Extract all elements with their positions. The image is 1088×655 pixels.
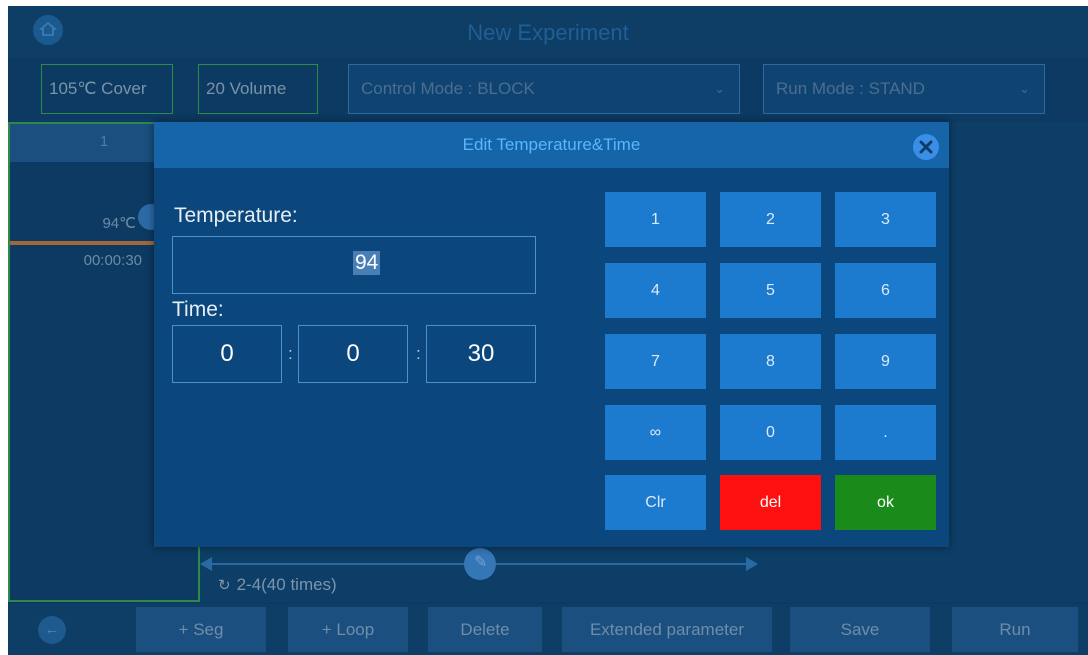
cover-temperature-option[interactable]: 105℃ Cover <box>41 64 173 114</box>
chevron-down-icon: ⌄ <box>1019 81 1030 96</box>
run-mode-value: Run Mode : STAND <box>776 79 925 98</box>
temperature-label: Temperature: <box>174 204 298 227</box>
extended-parameter-button[interactable]: Extended parameter <box>562 607 772 652</box>
add-segment-button[interactable]: + Seg <box>136 607 266 652</box>
segment-temperature-line <box>10 241 160 245</box>
loop-edit-button[interactable]: ✎ <box>464 548 496 580</box>
back-button[interactable]: ← <box>38 616 66 644</box>
hours-input[interactable]: 0 <box>172 325 282 383</box>
keypad-4-button[interactable]: 4 <box>605 263 706 318</box>
delete-button[interactable]: Delete <box>428 607 542 652</box>
keypad-infinity-button[interactable]: ∞ <box>605 405 706 460</box>
keypad-8-button[interactable]: 8 <box>720 334 821 389</box>
top-bar: New Experiment <box>8 6 1088 58</box>
save-button[interactable]: Save <box>790 607 930 652</box>
control-mode-select[interactable]: Control Mode : BLOCK ⌄ <box>348 64 740 114</box>
temperature-input[interactable]: 94 <box>172 236 536 294</box>
volume-option[interactable]: 20 Volume <box>198 64 318 114</box>
keypad-ok-button[interactable]: ok <box>835 475 936 530</box>
back-arrow-icon: ← <box>44 621 60 638</box>
loop-icon: ↻ <box>218 577 231 594</box>
keypad-3-button[interactable]: 3 <box>835 192 936 247</box>
segment-time: 00:00:30 <box>83 252 142 269</box>
bottom-bar: ← + Seg + Loop Delete Extended parameter… <box>8 604 1088 655</box>
run-mode-select[interactable]: Run Mode : STAND ⌄ <box>763 64 1045 114</box>
close-button[interactable] <box>913 134 939 160</box>
loop-end-arrow <box>746 557 758 571</box>
close-icon <box>919 140 933 154</box>
edit-temperature-time-dialog: Edit Temperature&Time Temperature: 94 Ti… <box>154 122 949 547</box>
seconds-input[interactable]: 30 <box>426 325 536 383</box>
keypad-clear-button[interactable]: Clr <box>605 475 706 530</box>
keypad-dot-button[interactable]: . <box>835 405 936 460</box>
keypad-delete-button[interactable]: del <box>720 475 821 530</box>
app-screen: New Experiment 105℃ Cover 20 Volume Cont… <box>8 6 1088 655</box>
keypad-1-button[interactable]: 1 <box>605 192 706 247</box>
time-separator: : <box>288 344 293 363</box>
time-separator: : <box>416 344 421 363</box>
temperature-value: 94 <box>353 251 381 275</box>
pencil-icon: ✎ <box>474 554 488 571</box>
dialog-header: Edit Temperature&Time <box>154 122 949 168</box>
run-button[interactable]: Run <box>952 607 1078 652</box>
segment-temperature: 94℃ <box>102 215 136 232</box>
dialog-title: Edit Temperature&Time <box>462 135 641 154</box>
loop-text: 2-4(40 times) <box>236 575 337 594</box>
keypad-5-button[interactable]: 5 <box>720 263 821 318</box>
control-mode-value: Control Mode : BLOCK <box>361 79 535 98</box>
minutes-input[interactable]: 0 <box>298 325 408 383</box>
keypad-0-button[interactable]: 0 <box>720 405 821 460</box>
app-title: New Experiment <box>467 20 629 45</box>
loop-label: ↻ 2-4(40 times) <box>218 575 337 595</box>
keypad-9-button[interactable]: 9 <box>835 334 936 389</box>
chevron-down-icon: ⌄ <box>714 81 725 96</box>
keypad-6-button[interactable]: 6 <box>835 263 936 318</box>
add-loop-button[interactable]: + Loop <box>288 607 408 652</box>
keypad-7-button[interactable]: 7 <box>605 334 706 389</box>
keypad-2-button[interactable]: 2 <box>720 192 821 247</box>
time-label: Time: <box>172 298 224 321</box>
